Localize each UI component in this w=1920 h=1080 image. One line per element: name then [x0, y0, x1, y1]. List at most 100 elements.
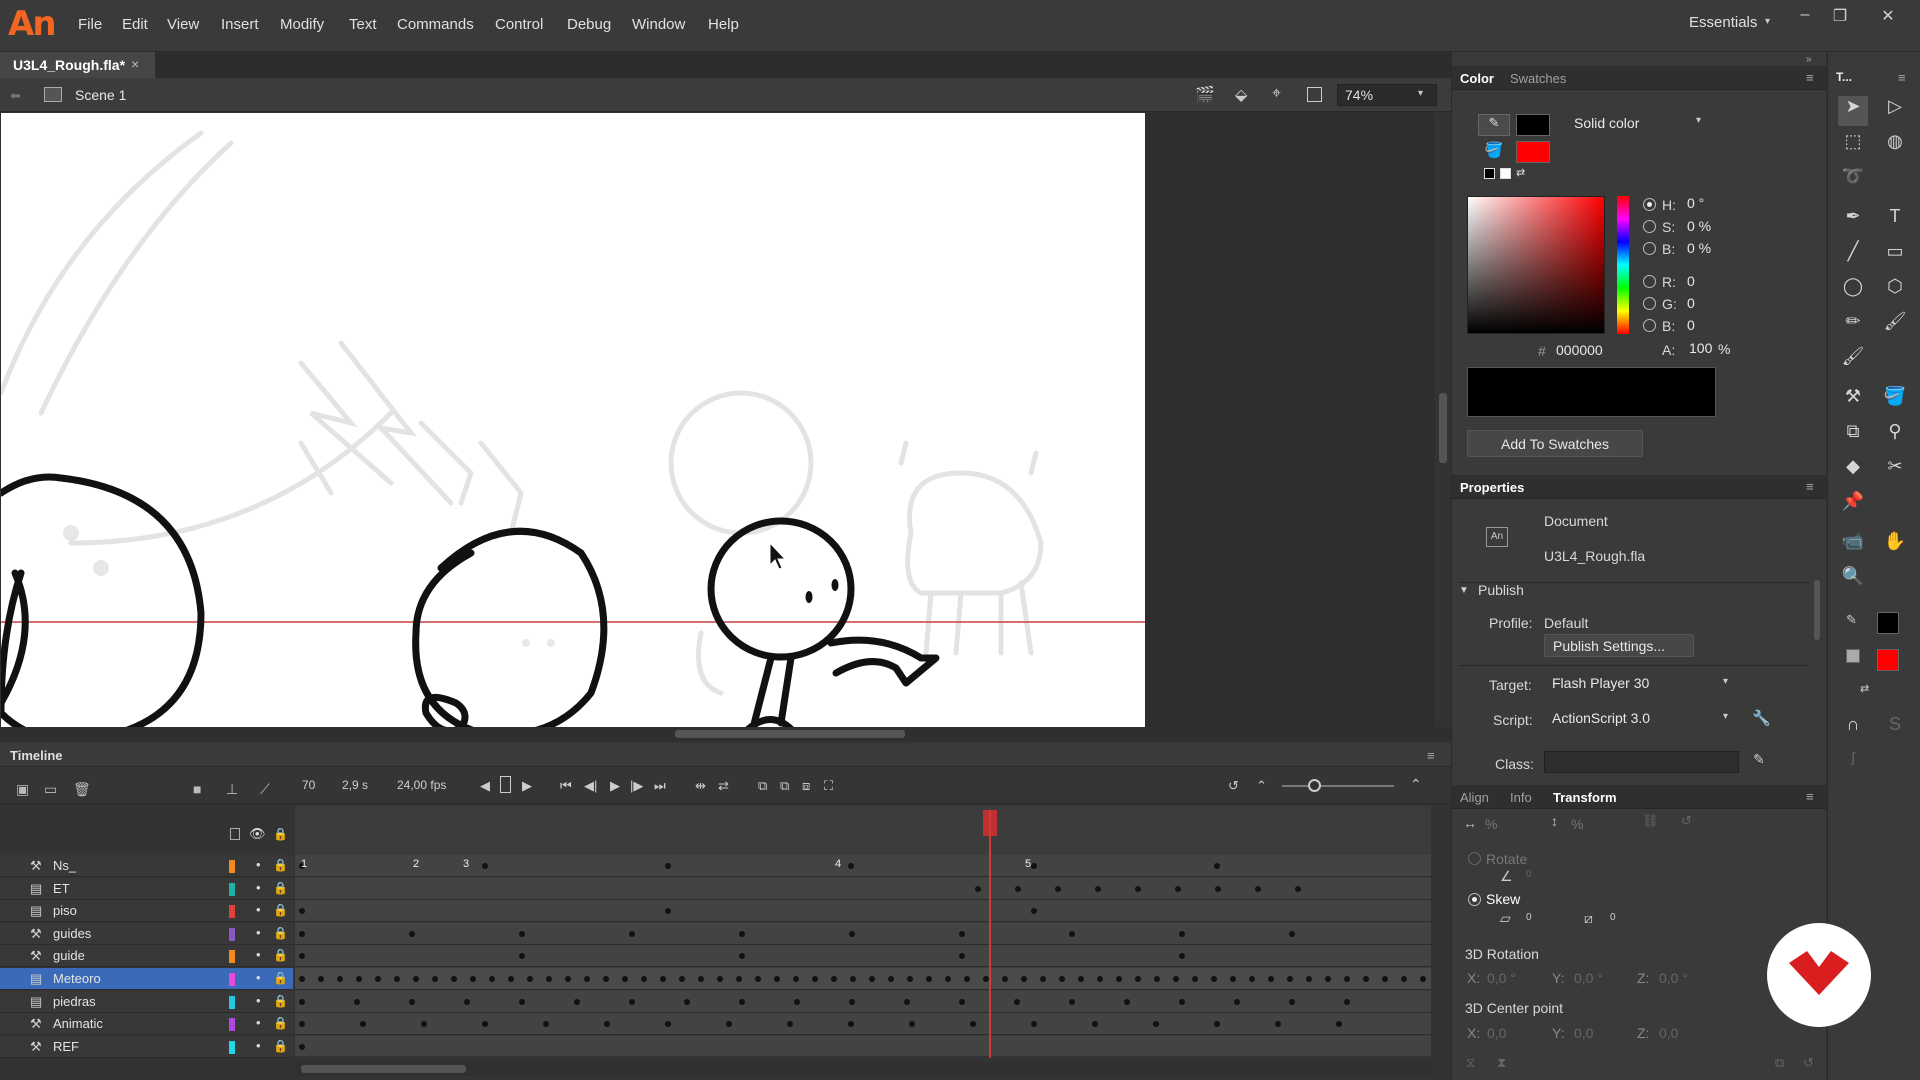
hue-slider[interactable] [1617, 196, 1629, 334]
keyframe[interactable] [684, 998, 690, 1005]
layer-row[interactable]: ⚒ REF • 🔒 [0, 1035, 293, 1058]
skew-v-value[interactable]: 0 [1610, 912, 1616, 923]
keyframe[interactable] [1289, 998, 1295, 1005]
onion-skin-icon[interactable]: ⧉ [758, 778, 767, 794]
stroke-color-swatch[interactable] [1877, 612, 1899, 634]
keyframe[interactable] [1234, 998, 1240, 1005]
3d-rotation-icon[interactable]: ◍ [1880, 131, 1910, 161]
zoom-tool-icon[interactable]: 🔍 [1838, 566, 1868, 596]
keyframe[interactable] [1040, 976, 1046, 982]
keyframe[interactable] [1135, 885, 1141, 892]
layer-name[interactable]: ET [53, 881, 70, 896]
delete-layer-icon[interactable]: 🗑 [73, 781, 91, 798]
keyframe[interactable] [299, 930, 305, 937]
keyframe[interactable] [970, 1021, 976, 1028]
keyframe[interactable] [1095, 885, 1101, 892]
keyframe[interactable] [394, 976, 400, 982]
asset-warp-icon[interactable]: ✂ [1880, 456, 1910, 486]
keyframe[interactable] [360, 1021, 366, 1028]
keyframe[interactable] [464, 998, 470, 1005]
keyframe[interactable] [299, 953, 305, 960]
visibility-dot[interactable]: • [256, 857, 261, 872]
step-forward-icon[interactable]: ▶ [522, 778, 532, 794]
keyframe[interactable] [831, 976, 837, 982]
keyframe[interactable] [975, 885, 981, 892]
publish-section[interactable]: Publish [1478, 582, 1524, 598]
lock-icon[interactable]: 🔒 [273, 1016, 288, 1030]
keyframe[interactable] [959, 998, 965, 1005]
keyframe[interactable] [574, 998, 580, 1005]
publish-settings-button[interactable]: Publish Settings... [1544, 634, 1694, 657]
keyframe[interactable] [945, 976, 951, 982]
keyframe[interactable] [1179, 953, 1185, 960]
expand-arrow-icon[interactable]: ▼ [1459, 585, 1469, 596]
tab-properties[interactable]: Properties [1460, 480, 1524, 495]
keyframe[interactable] [1015, 885, 1021, 892]
keyframe[interactable] [1344, 976, 1350, 982]
keyframe[interactable] [736, 976, 742, 982]
onion-outline-icon[interactable]: ⧉ [780, 778, 789, 794]
hand-tool-icon[interactable]: ✋ [1880, 531, 1910, 561]
keyframe[interactable] [1268, 976, 1274, 982]
keyframe[interactable] [318, 976, 324, 982]
keyframe[interactable] [1401, 976, 1407, 982]
keyframe[interactable] [543, 1021, 549, 1028]
lock-icon[interactable]: 🔒 [273, 994, 288, 1008]
visibility-dot[interactable]: • [256, 947, 261, 962]
keyframe[interactable] [1135, 976, 1141, 982]
brush-tool-icon[interactable]: 🖌 [1838, 346, 1868, 376]
slider-handle[interactable] [1308, 779, 1321, 792]
scroll-thumb[interactable] [675, 730, 905, 738]
undo-icon[interactable]: ↺ [1228, 778, 1239, 794]
class-input[interactable] [1544, 751, 1739, 773]
layer-row[interactable]: ⚒ Ns_ • 🔒 [0, 855, 293, 877]
new-folder-icon[interactable]: ▭ [44, 781, 57, 798]
keyframe[interactable] [755, 976, 761, 982]
new-layer-icon[interactable]: ▣ [16, 781, 29, 798]
lock-icon[interactable]: 🔒 [273, 881, 288, 895]
parent-layer-icon[interactable]: ⊥ [226, 781, 238, 798]
onion-frame-icon[interactable] [500, 776, 511, 793]
keyframe[interactable] [641, 976, 647, 982]
pen-tool-icon[interactable]: ✒ [1838, 206, 1868, 236]
keyframe[interactable] [1031, 863, 1037, 869]
camera-tool-icon[interactable]: 📹 [1838, 531, 1868, 561]
panel-menu-icon[interactable]: ≡ [1806, 789, 1814, 804]
skew-h-value[interactable]: 0 [1526, 912, 1532, 923]
layer-row[interactable]: ▤ Meteoro • 🔒 [0, 968, 293, 990]
visibility-dot[interactable]: • [256, 993, 261, 1008]
visibility-dot[interactable]: • [256, 970, 261, 985]
default-colors-icon[interactable] [1484, 168, 1495, 179]
loop-icon[interactable]: ⇄ [718, 778, 729, 794]
tab-align[interactable]: Align [1460, 790, 1489, 805]
keyframe[interactable] [1420, 976, 1426, 982]
keyframe[interactable] [1092, 1021, 1098, 1028]
keyframe[interactable] [1078, 976, 1084, 982]
flip-h-icon[interactable]: ⧖ [1466, 1055, 1475, 1071]
color-type-select[interactable]: Solid color [1566, 112, 1711, 134]
keyframe[interactable] [1069, 998, 1075, 1005]
layer-name[interactable]: Meteoro [53, 971, 101, 986]
layer-color-chip[interactable] [229, 905, 235, 919]
keyframe[interactable] [739, 953, 745, 960]
b2-value[interactable]: 0 [1687, 317, 1695, 333]
keyframe[interactable] [409, 930, 415, 937]
rotate-radio[interactable] [1468, 852, 1481, 865]
keyframe[interactable] [1031, 1021, 1037, 1028]
lock-icon[interactable]: 🔒 [273, 1039, 288, 1053]
keyframe[interactable] [1214, 1021, 1220, 1028]
stage-horizontal-scrollbar[interactable] [0, 727, 1451, 741]
layer-color-chip[interactable] [229, 973, 235, 986]
keyframe[interactable] [1179, 998, 1185, 1005]
menu-control[interactable]: Control [495, 16, 543, 33]
keyframe[interactable] [622, 976, 628, 982]
keyframe[interactable] [1289, 930, 1295, 937]
polystar-tool-icon[interactable]: ⬡ [1880, 276, 1910, 306]
stroke-pencil-icon[interactable]: ✎ [1846, 612, 1868, 634]
menu-text[interactable]: Text [349, 16, 377, 33]
keyframe[interactable] [812, 976, 818, 982]
keyframe[interactable] [1211, 976, 1217, 982]
keyframe[interactable] [1124, 998, 1130, 1005]
keyframe[interactable] [1192, 976, 1198, 982]
last-frame-icon[interactable]: ⏭ [654, 778, 666, 794]
